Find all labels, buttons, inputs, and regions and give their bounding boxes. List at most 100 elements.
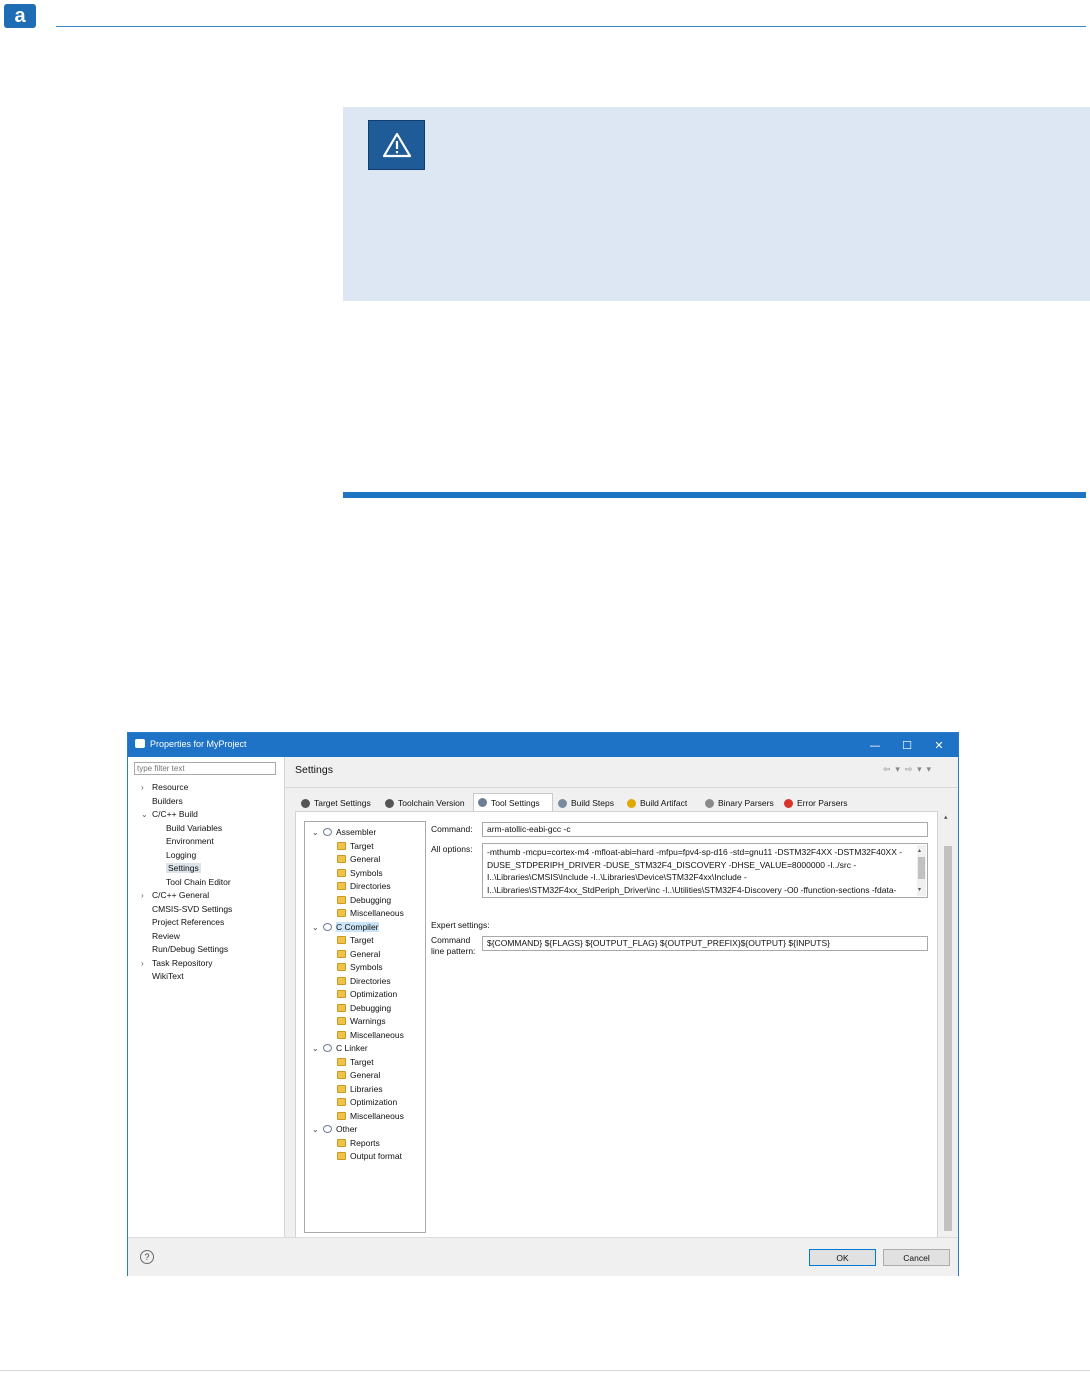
command-input[interactable]: arm-atollic-eabi-gcc -c bbox=[482, 822, 928, 837]
tab[interactable]: Error Parsers bbox=[780, 795, 852, 811]
tree-category-node[interactable]: Directories bbox=[337, 880, 391, 894]
help-icon[interactable]: ? bbox=[140, 1250, 154, 1264]
tree-category-node[interactable]: Symbols bbox=[337, 867, 383, 881]
chevron-right-icon[interactable]: › bbox=[141, 889, 144, 902]
folder-icon bbox=[337, 1003, 346, 1012]
scroll-down-icon[interactable]: ▾ bbox=[918, 884, 921, 897]
tree-node-label: Reports bbox=[350, 1137, 380, 1148]
nav-item[interactable]: Project References bbox=[152, 916, 224, 929]
nav-item[interactable]: › Resource bbox=[141, 781, 189, 794]
tab[interactable]: Toolchain Version bbox=[381, 795, 473, 811]
nav-item[interactable]: Logging bbox=[166, 849, 196, 862]
tool-icon bbox=[323, 922, 332, 931]
tree-category-node[interactable]: Optimization bbox=[337, 988, 397, 1002]
folder-icon bbox=[337, 841, 346, 850]
tree-tool-node[interactable]: ⌄ Other bbox=[312, 1123, 357, 1137]
tree-category-node[interactable]: Debugging bbox=[337, 1002, 391, 1016]
tree-category-node[interactable]: Miscellaneous bbox=[337, 1110, 404, 1124]
tab[interactable]: Build Steps bbox=[554, 795, 622, 811]
folder-icon bbox=[337, 1152, 346, 1160]
tree-node-label: Assembler bbox=[336, 827, 377, 837]
tab[interactable]: Build Artifact bbox=[623, 795, 701, 811]
ok-button[interactable]: OK bbox=[809, 1249, 876, 1266]
nav-item-label: Resource bbox=[152, 782, 189, 792]
scrollbar-thumb[interactable] bbox=[944, 846, 952, 1231]
minimize-button[interactable]: — bbox=[859, 733, 891, 757]
chevron-right-icon[interactable]: › bbox=[141, 781, 144, 794]
tree-category-node[interactable]: Libraries bbox=[337, 1083, 383, 1097]
tree-category-node[interactable]: Output format bbox=[337, 1150, 402, 1164]
cancel-button[interactable]: Cancel bbox=[883, 1249, 950, 1266]
chevron-down-icon[interactable]: ⌄ bbox=[312, 1042, 319, 1056]
tree-category-node[interactable]: Target bbox=[337, 934, 374, 948]
tree-category-node[interactable]: Debugging bbox=[337, 894, 391, 908]
tree-category-node[interactable]: Reports bbox=[337, 1137, 380, 1151]
tree-category-node[interactable]: General bbox=[337, 1069, 380, 1083]
content-scrollbar[interactable]: ▴ ▾ bbox=[941, 811, 954, 1257]
nav-item[interactable]: WikiText bbox=[152, 970, 184, 983]
tab[interactable]: Tool Settings bbox=[473, 793, 553, 811]
tree-category-node[interactable]: Symbols bbox=[337, 961, 383, 975]
tree-category-node[interactable]: General bbox=[337, 853, 380, 867]
dialog-title: Properties for MyProject bbox=[150, 739, 247, 749]
dialog-titlebar: Properties for MyProject — ☐ ✕ bbox=[128, 733, 958, 757]
tree-node-label: Symbols bbox=[350, 962, 383, 972]
folder-icon bbox=[337, 1030, 346, 1039]
nav-item[interactable]: › C/C++ General bbox=[141, 889, 210, 902]
nav-item[interactable]: Run/Debug Settings bbox=[152, 943, 228, 956]
nav-item[interactable]: › Task Repository bbox=[141, 957, 212, 970]
tree-node-label: Target bbox=[350, 840, 374, 851]
scroll-up-icon[interactable]: ▴ bbox=[944, 813, 948, 821]
tab-label: Build Artifact bbox=[640, 798, 688, 808]
tree-tool-node[interactable]: ⌄ C Linker bbox=[312, 1042, 368, 1056]
folder-icon bbox=[337, 949, 346, 958]
history-navigation[interactable]: ⇦ ▾ ⇨ ▾ ▾ bbox=[883, 765, 932, 775]
chevron-down-icon[interactable]: ⌄ bbox=[312, 1123, 319, 1137]
nav-item[interactable]: Review bbox=[152, 930, 180, 943]
filter-input[interactable] bbox=[134, 762, 276, 775]
nav-item-label: Review bbox=[152, 930, 180, 941]
tab[interactable]: Target Settings bbox=[297, 795, 381, 811]
command-line-pattern-input[interactable]: ${COMMAND} ${FLAGS} ${OUTPUT_FLAG} ${OUT… bbox=[482, 936, 928, 951]
chevron-down-icon[interactable]: ⌄ bbox=[312, 826, 319, 840]
tree-category-node[interactable]: Miscellaneous bbox=[337, 907, 404, 921]
folder-icon bbox=[337, 1138, 346, 1147]
all-options-scrollbar[interactable]: ▴ ▾ bbox=[917, 845, 926, 896]
nav-item[interactable]: Builders bbox=[152, 795, 183, 808]
tree-category-node[interactable]: General bbox=[337, 948, 380, 962]
tree-tool-node[interactable]: ⌄ C Compiler bbox=[312, 921, 379, 935]
tab[interactable]: Binary Parsers bbox=[701, 795, 779, 811]
tree-category-node[interactable]: Warnings bbox=[337, 1015, 386, 1029]
tree-category-node[interactable]: Target bbox=[337, 840, 374, 854]
all-options-textarea[interactable]: -mthumb -mcpu=cortex-m4 -mfloat-abi=hard… bbox=[482, 843, 928, 898]
tree-category-node[interactable]: Target bbox=[337, 1056, 374, 1070]
tree-node-label: Miscellaneous bbox=[350, 1029, 404, 1040]
close-button[interactable]: ✕ bbox=[923, 733, 955, 757]
tree-category-node[interactable]: Directories bbox=[337, 975, 391, 989]
maximize-button[interactable]: ☐ bbox=[891, 733, 923, 757]
tree-node-label: Directories bbox=[350, 881, 391, 891]
nav-item-label: Builders bbox=[152, 795, 183, 806]
chevron-right-icon[interactable]: › bbox=[141, 957, 144, 970]
tree-node-label: Target bbox=[350, 1056, 374, 1067]
tab-icon bbox=[784, 798, 793, 808]
nav-item[interactable]: ⌄ C/C++ Build bbox=[141, 808, 198, 821]
nav-item[interactable]: Build Variables bbox=[166, 822, 222, 835]
nav-item[interactable]: Environment bbox=[166, 835, 214, 848]
tree-node-label: General bbox=[350, 948, 381, 959]
nav-item[interactable]: Settings bbox=[166, 862, 201, 875]
tree-category-node[interactable]: Optimization bbox=[337, 1096, 397, 1110]
chevron-down-icon[interactable]: ⌄ bbox=[312, 921, 319, 935]
scrollbar-thumb[interactable] bbox=[918, 857, 925, 879]
nav-item-label: C/C++ General bbox=[152, 890, 210, 900]
nav-item[interactable]: CMSIS-SVD Settings bbox=[152, 903, 232, 916]
tree-category-node[interactable]: Miscellaneous bbox=[337, 1029, 404, 1043]
chevron-down-icon[interactable]: ⌄ bbox=[141, 808, 148, 821]
tree-node-label: Warnings bbox=[350, 1016, 386, 1026]
tree-tool-node[interactable]: ⌄ Assembler bbox=[312, 826, 377, 840]
nav-item-label: WikiText bbox=[152, 971, 184, 981]
nav-item[interactable]: Tool Chain Editor bbox=[166, 876, 231, 889]
header-rule bbox=[56, 26, 1086, 27]
scroll-up-icon[interactable]: ▴ bbox=[918, 845, 921, 858]
dialog-button-bar: ? OK Cancel bbox=[128, 1237, 958, 1276]
